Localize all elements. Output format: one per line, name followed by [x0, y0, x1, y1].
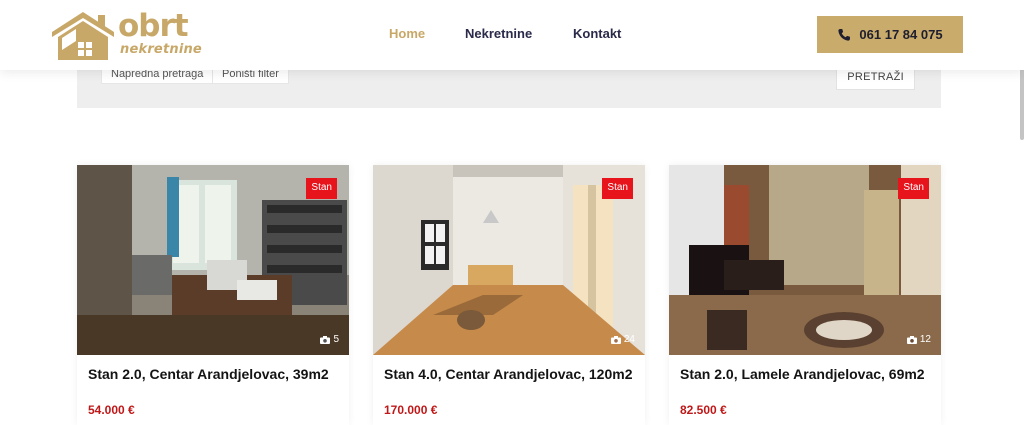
logo-subtitle: nekretnine — [120, 42, 202, 57]
type-badge: Stan — [306, 178, 337, 199]
listing-card[interactable]: Stan 12 Stan 2.0, Lamele Arandjelovac, 6… — [669, 165, 941, 425]
photo-count-value: 5 — [333, 334, 339, 345]
listing-card[interactable]: Stan 5 Stan 2.0, Centar Arandjelovac, 39… — [77, 165, 349, 425]
photo-count-value: 24 — [623, 334, 635, 345]
type-badge: Stan — [898, 178, 929, 199]
phone-button[interactable]: 061 17 84 075 — [817, 16, 963, 53]
logo[interactable]: obrt nekretnine — [52, 8, 202, 62]
scrollbar[interactable] — [1020, 60, 1024, 140]
camera-icon — [610, 336, 621, 344]
photo-count-value: 12 — [919, 334, 931, 345]
listing-title[interactable]: Stan 2.0, Centar Arandjelovac, 39m2 — [88, 367, 338, 381]
logo-word: obrt — [118, 8, 189, 44]
phone-number: 061 17 84 075 — [859, 27, 943, 42]
listing-price: 170.000 € — [384, 403, 438, 417]
listing-photo[interactable]: Stan 24 — [373, 165, 645, 355]
camera-icon — [320, 336, 331, 344]
listing-photo[interactable]: Stan 12 — [669, 165, 941, 355]
photo-count: 12 — [906, 334, 931, 346]
camera-icon — [906, 336, 917, 344]
type-badge: Stan — [602, 178, 633, 199]
listing-price: 54.000 € — [88, 403, 135, 417]
listing-title[interactable]: Stan 2.0, Lamele Arandjelovac, 69m2 — [680, 367, 930, 381]
listing-photo[interactable]: Stan 5 — [77, 165, 349, 355]
nav-home[interactable]: Home — [389, 26, 425, 42]
photo-count: 5 — [320, 334, 339, 346]
listing-card[interactable]: Stan 24 Stan 4.0, Centar Arandjelovac, 1… — [373, 165, 645, 425]
nav-kontakt[interactable]: Kontakt — [573, 26, 621, 42]
house-icon — [52, 12, 114, 60]
phone-icon — [838, 28, 851, 41]
photo-count: 24 — [610, 334, 635, 346]
nav-nekretnine[interactable]: Nekretnine — [465, 26, 532, 42]
site-header: obrt nekretnine Home Nekretnine Kontakt … — [0, 0, 1024, 70]
listing-title[interactable]: Stan 4.0, Centar Arandjelovac, 120m2 — [384, 367, 634, 381]
listing-price: 82.500 € — [680, 403, 727, 417]
